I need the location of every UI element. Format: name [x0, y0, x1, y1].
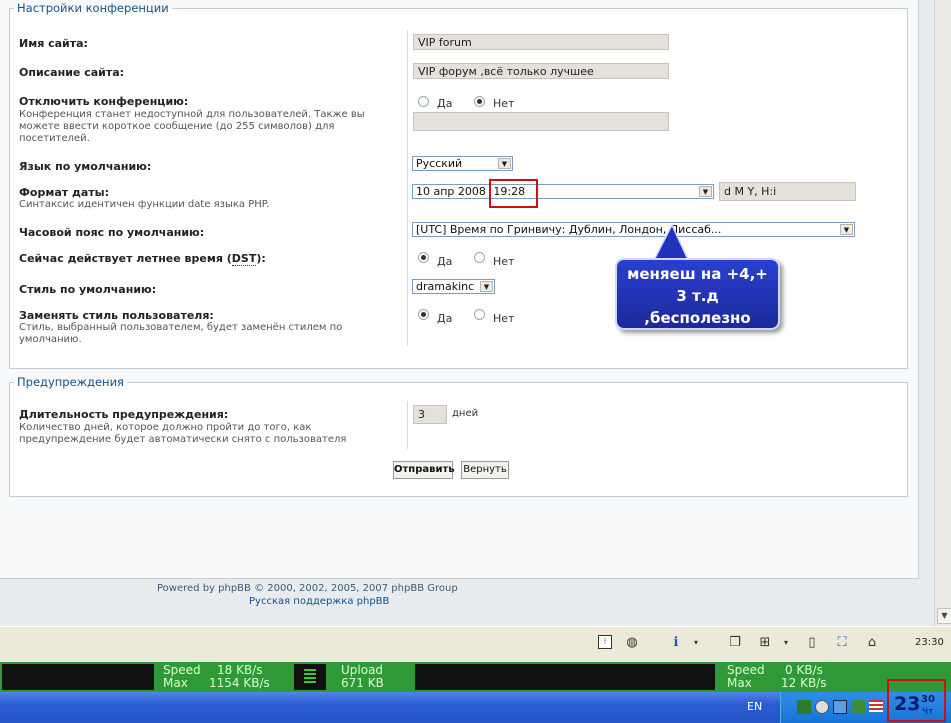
content-panel: Настройки конференции Имя сайта: VIP for… — [0, 0, 919, 579]
home-icon[interactable]: ⌂ — [864, 635, 880, 651]
timezone-label: Часовой пояс по умолчанию: — [19, 226, 205, 239]
upload-label: Upload — [341, 663, 384, 677]
leaf-icon[interactable] — [797, 700, 811, 714]
upload-value: 671 KB — [341, 676, 384, 690]
scroll-down-arrow-icon[interactable]: ▼ — [937, 608, 951, 624]
chevron-down-icon: ▼ — [498, 158, 511, 169]
footer-support-link[interactable]: Русская поддержка phpBB — [249, 596, 389, 607]
callout-line-3: ,бесполезно — [644, 309, 751, 327]
disable-board-no-radio[interactable] — [474, 96, 485, 107]
network-icon[interactable] — [833, 700, 847, 714]
reset-button[interactable]: Вернуть — [461, 461, 509, 479]
dst-no-radio[interactable] — [474, 252, 485, 263]
upload-max-label: Max — [727, 676, 752, 690]
document-icon[interactable]: ▯ — [804, 635, 820, 651]
dst-yes-label: Да — [437, 255, 453, 268]
default-style-select[interactable]: dramakinc ▼ — [412, 279, 495, 294]
fullscreen-icon[interactable]: ⛶ — [834, 635, 850, 651]
warning-duration-label: Длительность предупреждения: — [19, 408, 229, 421]
chevron-down-icon[interactable]: ▾ — [778, 635, 794, 651]
column-divider — [407, 30, 408, 346]
default-lang-value: Русский — [416, 157, 463, 170]
site-desc-label: Описание сайта: — [19, 66, 125, 79]
warnings-rows: Длительность предупреждения: Количество … — [9, 375, 906, 495]
dst-no-label: Нет — [493, 255, 515, 268]
override-style-no-radio[interactable] — [474, 309, 485, 320]
dst-label: Сейчас действует летнее время (DST): — [19, 252, 266, 266]
disable-board-message-input[interactable] — [413, 112, 669, 131]
page-icon[interactable]: ⁝ — [598, 635, 612, 649]
upload-speed-stats: Speed 0 KB/s Max 12 KB/s — [727, 664, 837, 690]
site-desc-input[interactable]: VIP форум ,всё только лучшее — [413, 63, 669, 79]
download-speed-label: Speed — [163, 663, 201, 677]
download-stats: Speed 18 KB/s Max 1154 KB/s — [163, 664, 288, 690]
clock-highlight-box — [887, 679, 946, 722]
default-lang-select[interactable]: Русский ▼ — [412, 156, 513, 171]
default-style-value: dramakinc — [416, 280, 475, 293]
override-style-desc: Стиль, выбранный пользователем, будет за… — [19, 322, 343, 345]
submit-button[interactable]: Отправить — [393, 461, 455, 479]
upload-graph — [415, 664, 715, 690]
override-style-no-label: Нет — [493, 312, 515, 325]
disable-board-no-label: Нет — [493, 97, 515, 110]
toolbar-time: 23:30 — [915, 637, 944, 648]
date-format-label: Формат даты: — [19, 186, 109, 199]
download-graph — [2, 664, 154, 690]
warning-duration-desc: Количество дней, которое должно пройти д… — [19, 422, 347, 445]
network-meter-bar: Speed 18 KB/s Max 1154 KB/s Upload 671 K… — [0, 662, 951, 692]
date-format-select[interactable]: 10 апр 2008 19:28 ▼ — [412, 184, 714, 199]
dst-abbr: DST — [231, 252, 257, 266]
disable-board-desc: Конференция станет недоступной для польз… — [19, 109, 365, 144]
site-name-input[interactable]: VIP forum — [413, 34, 669, 50]
date-format-date-part: 10 апр 2008 — [416, 185, 486, 198]
language-indicator[interactable]: EN — [747, 700, 762, 713]
annotation-callout: меняеш на +4,+ 3 т.д ,бесполезно — [615, 258, 780, 330]
disable-board-yes-radio[interactable] — [418, 96, 429, 107]
date-format-custom-input[interactable]: d M Y, H:i — [719, 182, 856, 201]
app-toolbar: ⁝ ◍ ℹ ▾ ❐ ⊞ ▾ ▯ ⛶ ⌂ 23:30 — [0, 626, 951, 663]
callout-line-1: меняеш на +4,+ — [627, 265, 768, 283]
chevron-down-icon: ▼ — [699, 186, 712, 197]
grid-icon[interactable]: ⊞ — [757, 635, 773, 651]
vertical-scrollbar[interactable]: ▼ — [934, 0, 951, 626]
meter-icon — [294, 664, 326, 690]
warning-duration-unit: дней — [452, 408, 479, 419]
flag-icon[interactable] — [869, 700, 883, 712]
download-max-label: Max — [163, 676, 188, 690]
default-style-label: Стиль по умолчанию: — [19, 283, 157, 296]
dst-label-pre: Сейчас действует летнее время ( — [19, 252, 232, 265]
info-icon[interactable]: ℹ — [668, 635, 684, 651]
site-name-label: Имя сайта: — [19, 37, 88, 50]
override-style-yes-label: Да — [437, 312, 453, 325]
download-max-value: 1154 KB/s — [209, 676, 270, 690]
windows-taskbar: EN — [0, 692, 951, 723]
globe-icon[interactable]: ◍ — [624, 635, 640, 651]
disable-board-yes-label: Да — [437, 97, 453, 110]
clock-app-icon[interactable] — [815, 700, 829, 714]
copy-icon[interactable]: ❐ — [727, 635, 743, 651]
column-divider — [407, 401, 408, 449]
date-format-desc: Синтаксис идентичен функции date языка P… — [19, 199, 270, 210]
chevron-down-icon[interactable]: ▾ — [688, 635, 704, 651]
shield-icon[interactable] — [851, 700, 865, 714]
chevron-down-icon: ▼ — [840, 224, 853, 235]
upload-stats: Upload 671 KB — [341, 664, 411, 690]
page: Настройки конференции Имя сайта: VIP for… — [0, 0, 934, 626]
default-lang-label: Язык по умолчанию: — [19, 160, 152, 173]
timezone-select[interactable]: [UTC] Время по Гринвичу: Дублин, Лондон,… — [412, 222, 855, 237]
footer-powered-by[interactable]: Powered by phpBB © 2000, 2002, 2005, 200… — [157, 583, 458, 594]
dst-yes-radio[interactable] — [418, 252, 429, 263]
override-style-label: Заменять стиль пользователя: — [19, 309, 214, 322]
chevron-down-icon: ▼ — [480, 281, 493, 292]
disable-board-label: Отключить конференцию: — [19, 95, 189, 108]
override-style-yes-radio[interactable] — [418, 309, 429, 320]
time-highlight-box — [489, 179, 538, 208]
upload-max-value: 12 KB/s — [781, 676, 827, 690]
warning-duration-input[interactable]: 3 — [413, 405, 447, 424]
upload-speed-label: Speed — [727, 663, 765, 677]
callout-line-2: 3 т.д — [676, 287, 719, 305]
dst-label-post: ): — [256, 252, 266, 265]
